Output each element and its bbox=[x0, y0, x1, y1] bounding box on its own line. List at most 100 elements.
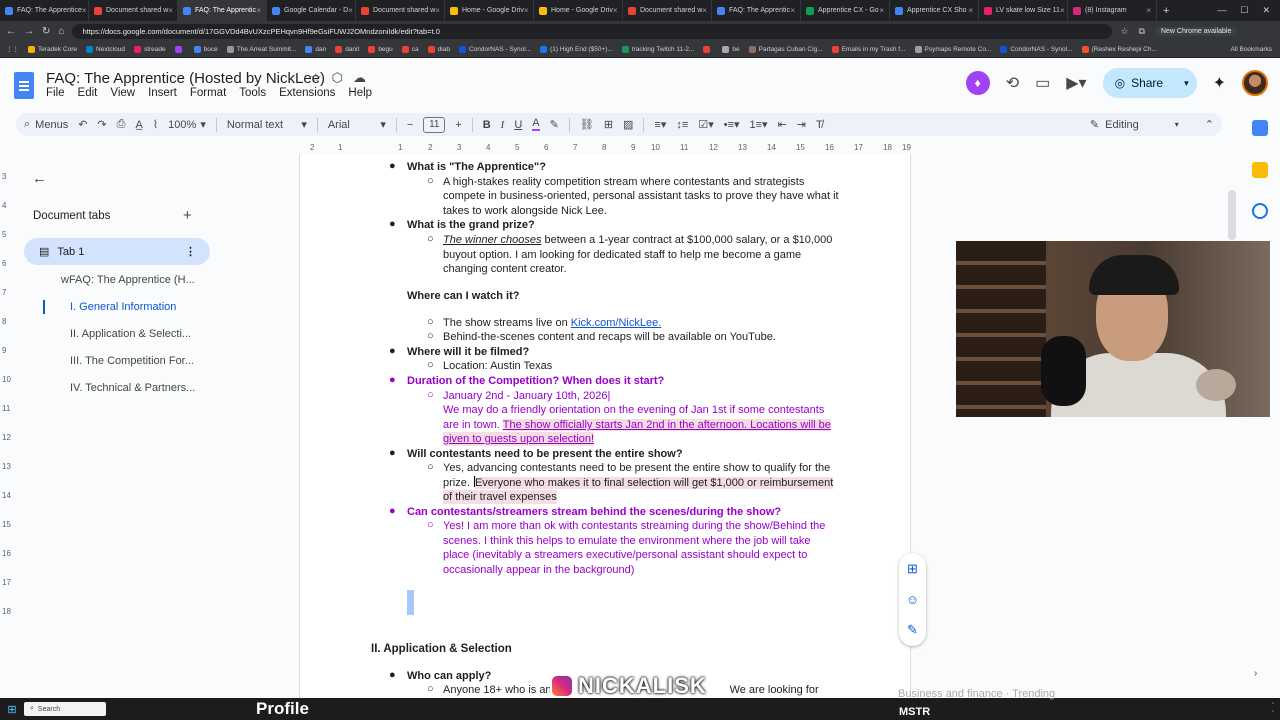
close-icon[interactable]: × bbox=[1060, 6, 1065, 15]
add-comment-icon[interactable]: ⊞ bbox=[907, 561, 918, 577]
scrollbar[interactable] bbox=[1228, 190, 1236, 240]
bookmark-item[interactable]: streade bbox=[133, 45, 166, 53]
browser-tab[interactable]: FAQ: The Apprentic × bbox=[178, 0, 267, 21]
maximize-icon[interactable]: ☐ bbox=[1240, 5, 1248, 16]
browser-tab[interactable]: Document shared w × bbox=[356, 0, 445, 21]
bookmark-item[interactable]: be bbox=[722, 45, 740, 53]
close-icon[interactable]: × bbox=[790, 6, 795, 15]
bookmark-item[interactable]: tracking Twitch 11-2... bbox=[621, 45, 694, 53]
bookmark-item[interactable]: CondorNAS - Synol... bbox=[458, 45, 531, 53]
browser-tab[interactable]: Document shared w × bbox=[623, 0, 712, 21]
editing-mode-select[interactable]: ✎ Editing ▾ bbox=[1090, 118, 1179, 132]
close-icon[interactable]: × bbox=[82, 6, 87, 15]
highlight-icon[interactable]: ✎ bbox=[550, 118, 559, 131]
suggest-edits-icon[interactable]: ✎ bbox=[907, 622, 918, 638]
tasks-icon[interactable] bbox=[1252, 203, 1268, 219]
close-icon[interactable]: ✕ bbox=[1262, 5, 1270, 16]
bookmark-item[interactable] bbox=[703, 45, 713, 53]
increase-indent-icon[interactable]: ⇥ bbox=[797, 118, 806, 131]
emoji-reaction-icon[interactable]: ☺ bbox=[906, 592, 919, 607]
history-icon[interactable]: ⟲ bbox=[1006, 73, 1019, 93]
new-tab-icon[interactable]: + bbox=[1157, 5, 1175, 17]
line-spacing-icon[interactable]: ↕≡ bbox=[676, 119, 688, 131]
bookmark-item[interactable]: Teradek Core bbox=[28, 45, 77, 53]
all-bookmarks-button[interactable]: All Bookmarks bbox=[1230, 46, 1280, 53]
close-icon[interactable]: × bbox=[1146, 6, 1151, 15]
bookmark-item[interactable]: danit bbox=[335, 45, 359, 53]
reload-icon[interactable]: ↻ bbox=[42, 26, 50, 37]
bookmark-item[interactable]: dan bbox=[305, 45, 326, 53]
document-title[interactable]: FAQ: The Apprentice (Hosted by NickLee) bbox=[46, 70, 325, 87]
text-color-icon[interactable]: A bbox=[532, 118, 540, 131]
vertical-ruler[interactable]: 3 4 5 6 7 8 9 10 11 12 13 14 15 16 17 18 bbox=[0, 158, 14, 698]
forward-icon[interactable]: → bbox=[24, 26, 34, 37]
print-icon[interactable]: ⎙ bbox=[117, 118, 126, 131]
meet-icon[interactable]: ▶▾ bbox=[1066, 73, 1086, 93]
kick-link[interactable]: Kick.com/NickLee. bbox=[571, 317, 661, 329]
bookmark-item[interactable]: (Reshex Reshepi Ch... bbox=[1081, 45, 1157, 53]
avatar[interactable] bbox=[1242, 70, 1268, 96]
bookmark-item[interactable]: begu bbox=[368, 45, 393, 53]
link-icon[interactable]: ⛓ bbox=[580, 118, 594, 131]
more-icon[interactable]: ⋮ bbox=[185, 245, 196, 258]
add-comment-icon[interactable]: ⊞ bbox=[604, 118, 613, 131]
back-arrow-icon[interactable]: ← bbox=[32, 170, 47, 187]
minimize-icon[interactable]: — bbox=[1217, 5, 1226, 16]
close-icon[interactable]: × bbox=[613, 6, 618, 15]
decrease-indent-icon[interactable]: ⇤ bbox=[778, 118, 787, 131]
bookmark-item[interactable]: Emails in my Trash f... bbox=[831, 45, 906, 53]
browser-tab[interactable]: Apprentice CX Sho × bbox=[890, 0, 979, 21]
menu-item-file[interactable]: File bbox=[46, 87, 65, 99]
close-icon[interactable]: × bbox=[168, 6, 173, 15]
menu-item-format[interactable]: Format bbox=[190, 87, 226, 99]
url-field[interactable]: https://docs.google.com/document/d/17GGV… bbox=[72, 23, 1113, 39]
bookmark-item[interactable]: diab bbox=[427, 45, 450, 53]
browser-tab[interactable]: (8) Instagram × bbox=[1068, 0, 1157, 21]
menu-item-help[interactable]: Help bbox=[348, 87, 372, 99]
browser-tab[interactable]: Google Calendar - D × bbox=[267, 0, 356, 21]
add-tab-icon[interactable]: + bbox=[183, 207, 192, 224]
gemini-icon[interactable]: ✦ bbox=[1213, 73, 1226, 93]
menu-item-extensions[interactable]: Extensions bbox=[279, 87, 335, 99]
bulleted-list-icon[interactable]: •≡▾ bbox=[724, 118, 740, 131]
browser-tab[interactable]: LV skate low Size 11 × bbox=[979, 0, 1068, 21]
browser-tab[interactable]: Home - Google Driv × bbox=[445, 0, 534, 21]
collapse-icon[interactable]: ⌃ bbox=[1205, 118, 1214, 131]
bookmark-item[interactable]: (1) High End ($50+)... bbox=[540, 45, 613, 53]
menu-item-tools[interactable]: Tools bbox=[239, 87, 266, 99]
apps-icon[interactable]: ⋮⋮ bbox=[6, 45, 19, 53]
bookmark-item[interactable] bbox=[174, 45, 185, 53]
font-select[interactable]: Arial ▾ bbox=[328, 118, 386, 132]
chrome-update-button[interactable]: New Chrome available bbox=[1154, 26, 1238, 36]
bookmark-item[interactable]: Psymaps Remote Co... bbox=[914, 45, 991, 53]
underline-icon[interactable]: U bbox=[514, 119, 522, 131]
menu-item-edit[interactable]: Edit bbox=[78, 87, 98, 99]
extensions-icon[interactable]: ⧉ bbox=[1139, 26, 1145, 37]
paint-format-icon[interactable]: ⌇ bbox=[153, 118, 158, 131]
chevron-right-icon[interactable]: › bbox=[1254, 668, 1257, 679]
taskbar-search[interactable]: ⌕ Search bbox=[24, 702, 106, 716]
bookmark-item[interactable]: CondorNAS - Synol... bbox=[1000, 45, 1073, 53]
menu-item-view[interactable]: View bbox=[110, 87, 135, 99]
browser-tab[interactable]: Home - Google Driv × bbox=[534, 0, 623, 21]
outline-item-technical[interactable]: IV. Technical & Partners... bbox=[70, 382, 195, 394]
bold-icon[interactable]: B bbox=[483, 119, 491, 131]
bookmark-item[interactable]: boce bbox=[193, 45, 218, 53]
close-icon[interactable]: × bbox=[256, 6, 261, 15]
tab-1[interactable]: ▤ Tab 1 ⋮ bbox=[24, 238, 210, 265]
increase-font-icon[interactable]: + bbox=[455, 119, 461, 131]
comments-icon[interactable]: ▭ bbox=[1035, 73, 1050, 93]
bookmark-item[interactable]: The Arreat Summit... bbox=[226, 45, 296, 53]
bookmark-item[interactable]: Nextcloud bbox=[86, 45, 125, 53]
keep-icon[interactable] bbox=[1252, 162, 1268, 178]
outline-item-title[interactable]: wFAQ: The Apprentice (H... bbox=[61, 274, 195, 286]
italic-icon[interactable]: I bbox=[501, 119, 505, 131]
star-icon[interactable]: ☆ bbox=[1120, 26, 1128, 37]
star-icon[interactable]: ☆ bbox=[310, 70, 322, 86]
document-page[interactable]: ● What is "The Apprentice"? ○ A high-sta… bbox=[299, 154, 911, 720]
font-size-field[interactable]: 11 bbox=[423, 116, 446, 133]
chevron-down-icon[interactable]: ▾ bbox=[1184, 78, 1189, 89]
close-icon[interactable]: × bbox=[348, 6, 353, 15]
decrease-font-icon[interactable]: − bbox=[407, 119, 413, 131]
share-button[interactable]: ◎ Share ▾ bbox=[1102, 68, 1197, 98]
